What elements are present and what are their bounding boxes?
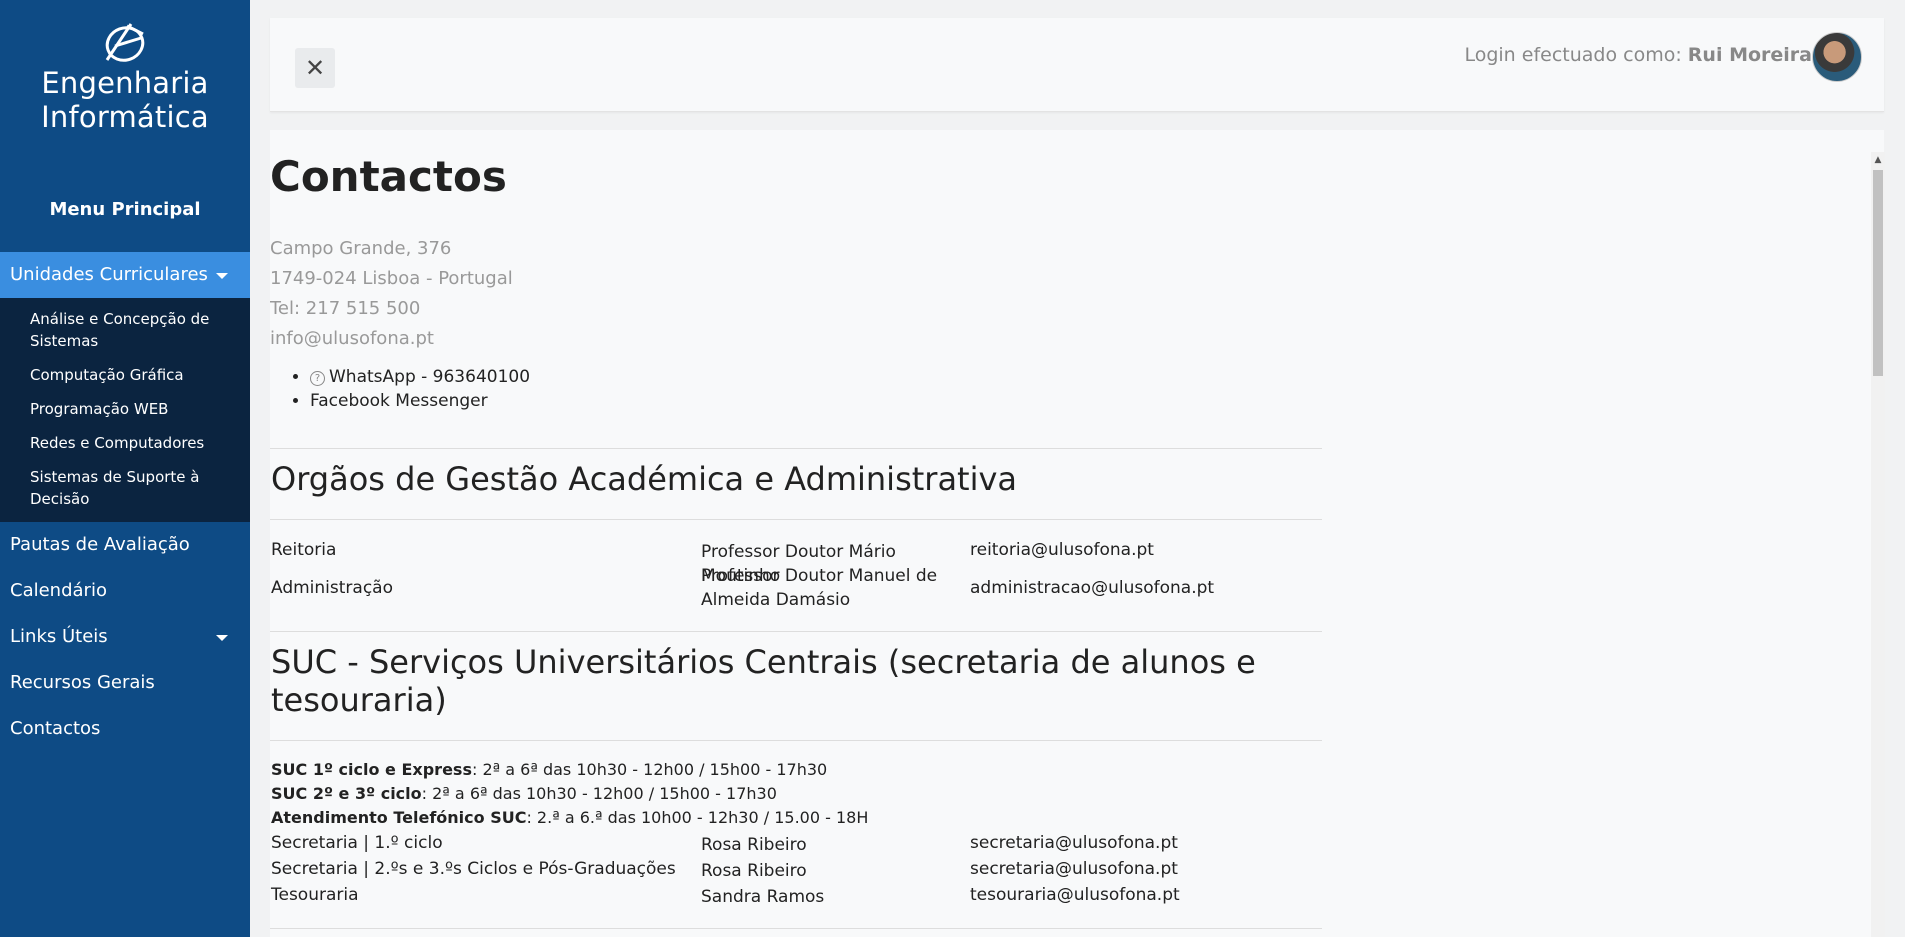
submenu-item-rc[interactable]: Redes e Computadores: [0, 426, 250, 460]
nav-item-label: Contactos: [10, 718, 101, 739]
address-line: Campo Grande, 376: [270, 238, 452, 259]
cell-service: Secretaria | 2.ºs e 3.ºs Ciclos e Pós-Gr…: [271, 859, 676, 879]
schedule-line: SUC 2º e 3º ciclo: 2ª a 6ª das 10h30 - 1…: [271, 782, 868, 806]
nav-item-label: Pautas de Avaliação: [10, 534, 190, 555]
cell-person: Sandra Ramos: [701, 887, 825, 907]
phone-line: Tel: 217 515 500: [270, 298, 421, 319]
contact-channels: ? WhatsApp - 963640100 Facebook Messenger: [310, 365, 530, 413]
schedule-label: SUC 1º ciclo e Express: [271, 760, 472, 779]
nav-item-label: Calendário: [10, 580, 107, 601]
vertical-scrollbar[interactable]: ▲: [1871, 152, 1885, 937]
main-nav: Unidades Curriculares Análise e Concepçã…: [0, 252, 250, 752]
app-logo[interactable]: Engenharia Informática: [0, 20, 250, 134]
scroll-up-arrow-icon[interactable]: ▲: [1871, 152, 1885, 168]
cell-person: Rosa Ribeiro: [701, 835, 807, 855]
cell-email[interactable]: tesouraria@ulusofona.pt: [970, 885, 1180, 905]
nav-item-links-uteis[interactable]: Links Úteis: [0, 614, 250, 660]
nav-item-label: Recursos Gerais: [10, 672, 155, 693]
cell-role: Reitoria: [271, 540, 337, 560]
sidebar: Engenharia Informática Menu Principal Un…: [0, 0, 250, 937]
chevron-down-icon: [216, 273, 228, 279]
avatar[interactable]: [1812, 32, 1862, 82]
nav-item-pautas[interactable]: Pautas de Avaliação: [0, 522, 250, 568]
section-title-suc: SUC - Serviços Universitários Centrais (…: [271, 643, 1256, 719]
close-button[interactable]: ✕: [295, 48, 335, 88]
submenu-item-cg[interactable]: Computação Gráfica: [0, 358, 250, 392]
menu-title: Menu Principal: [49, 199, 201, 220]
divider: [270, 448, 1322, 449]
submenu-item-ssd[interactable]: Sistemas de Suporte à Decisão: [0, 460, 250, 516]
email-line[interactable]: info@ulusofona.pt: [270, 324, 513, 354]
cell-email[interactable]: administracao@ulusofona.pt: [970, 578, 1214, 598]
top-bar: ✕ Login efectuado como: Rui Moreira: [270, 18, 1884, 112]
chevron-down-icon: [216, 635, 228, 641]
schedule-text: : 2ª a 6ª das 10h30 - 12h00 / 15h00 - 17…: [471, 760, 828, 779]
table-row: Administração Professor Doutor Manuel de…: [271, 564, 1321, 614]
main-area: ✕ Login efectuado como: Rui Moreira Cont…: [250, 0, 1905, 937]
question-circle-icon: ?: [310, 371, 325, 386]
close-icon: ✕: [304, 54, 326, 82]
logo-icon: [105, 23, 145, 62]
schedule-label: SUC 2º e 3º ciclo: [271, 784, 422, 803]
address-line: 1749-024 Lisboa - Portugal: [270, 268, 513, 289]
submenu-item-acs[interactable]: Análise e Concepção de Sistemas: [0, 302, 250, 358]
login-prefix: Login efectuado como:: [1464, 44, 1688, 66]
cell-service: Secretaria | 1.º ciclo: [271, 833, 443, 853]
divider: [270, 928, 1322, 929]
cell-email[interactable]: secretaria@ulusofona.pt: [970, 833, 1178, 853]
nav-item-label: Unidades Curriculares: [10, 264, 208, 285]
cell-email[interactable]: reitoria@ulusofona.pt: [970, 540, 1154, 560]
submenu-item-pweb[interactable]: Programação WEB: [0, 392, 250, 426]
schedule-line: SUC 1º ciclo e Express: 2ª a 6ª das 10h3…: [271, 758, 868, 782]
cell-service: Tesouraria: [271, 885, 359, 905]
nav-item-label: Links Úteis: [10, 626, 108, 647]
cell-email[interactable]: secretaria@ulusofona.pt: [970, 859, 1178, 879]
submenu-unidades: Análise e Concepção de Sistemas Computaç…: [0, 298, 250, 522]
address-block: Campo Grande, 376 1749-024 Lisboa - Port…: [270, 234, 513, 354]
schedule-label: Atendimento Telefónico SUC: [271, 808, 527, 827]
nav-item-contactos[interactable]: Contactos: [0, 706, 250, 752]
divider: [270, 519, 1322, 520]
login-status: Login efectuado como: Rui Moreira: [1464, 44, 1812, 66]
section-title-gestao: Orgãos de Gestão Académica e Administrat…: [271, 460, 1018, 498]
nav-item-unidades-curriculares[interactable]: Unidades Curriculares: [0, 252, 250, 298]
page-title: Contactos: [270, 152, 507, 201]
divider: [270, 740, 1322, 741]
divider: [270, 631, 1322, 632]
cell-person: Professor Doutor Manuel de Almeida Damás…: [701, 566, 938, 610]
cell-role: Administração: [271, 578, 393, 598]
nav-item-calendario[interactable]: Calendário: [0, 568, 250, 614]
nav-group-unidades: Unidades Curriculares Análise e Concepçã…: [0, 252, 250, 522]
user-name[interactable]: Rui Moreira: [1688, 44, 1812, 66]
scroll-thumb[interactable]: [1873, 170, 1883, 376]
logo-text-line2: Informática: [41, 100, 209, 134]
list-item-whatsapp[interactable]: ? WhatsApp - 963640100: [310, 365, 530, 389]
content-panel: Contactos Campo Grande, 376 1749-024 Lis…: [270, 130, 1884, 937]
nav-item-recursos-gerais[interactable]: Recursos Gerais: [0, 660, 250, 706]
messenger-text: Facebook Messenger: [310, 391, 488, 411]
cell-person: Rosa Ribeiro: [701, 861, 807, 881]
schedule-line: Atendimento Telefónico SUC: 2.ª a 6.ª da…: [271, 806, 868, 830]
schedule-text: : 2.ª a 6.ª das 10h00 - 12h30 / 15.00 - …: [526, 808, 869, 827]
schedule-block: SUC 1º ciclo e Express: 2ª a 6ª das 10h3…: [271, 758, 868, 830]
list-item-messenger[interactable]: Facebook Messenger: [310, 389, 530, 413]
schedule-text: : 2ª a 6ª das 10h30 - 12h00 / 15h00 - 17…: [421, 784, 777, 803]
logo-text-line1: Engenharia: [41, 66, 209, 100]
whatsapp-text: WhatsApp - 963640100: [329, 367, 531, 387]
